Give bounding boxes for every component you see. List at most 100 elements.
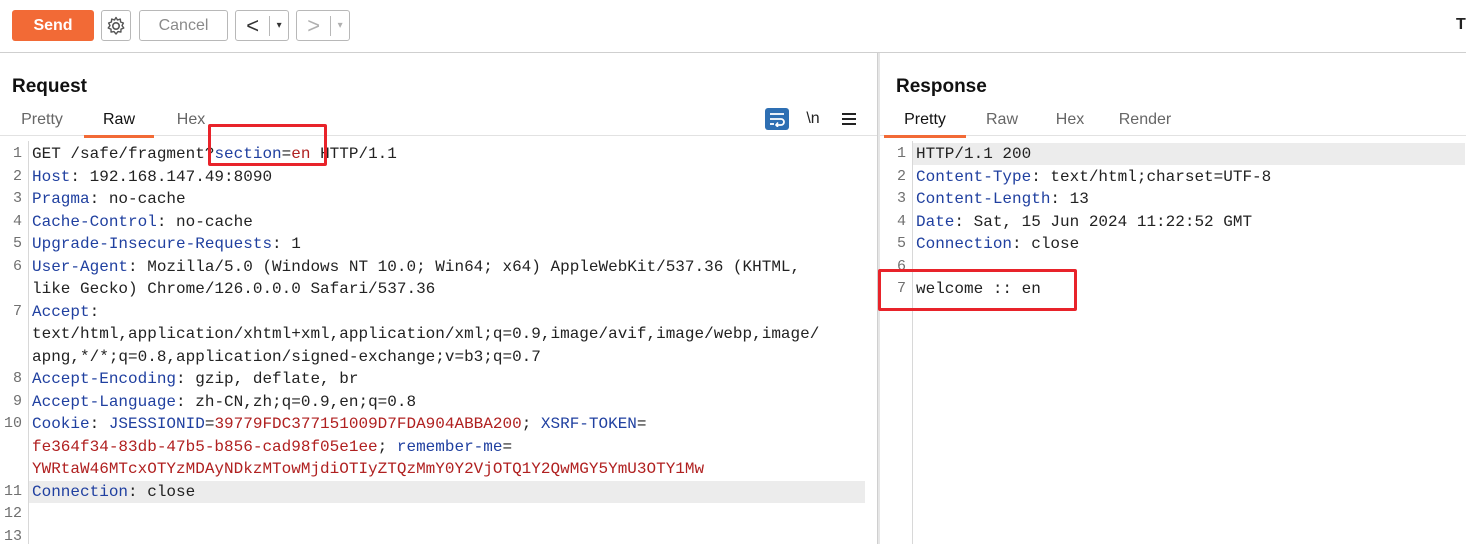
code-token: ; — [521, 415, 541, 433]
code-text: Connection: close — [916, 233, 1079, 255]
code-token: : text/html;charset=UTF-8 — [1031, 167, 1272, 186]
line-number: 1 — [896, 145, 906, 162]
line-number: 2 — [12, 167, 22, 185]
code-line: 9 Accept-Language: zh-CN,zh;q=0.9,en;q=0.… — [0, 391, 877, 413]
newline-toggle[interactable]: \n — [800, 107, 826, 131]
code-token: : 13 — [1050, 190, 1089, 208]
code-line: 12 — [0, 503, 877, 525]
send-button[interactable]: Send — [12, 10, 94, 41]
back-arrow-icon[interactable]: < — [236, 12, 269, 40]
code-text: text/html,application/xhtml+xml,applicat… — [32, 323, 819, 345]
tab-hex[interactable]: Hex — [1040, 109, 1100, 135]
highlight-box-response-body — [878, 269, 1077, 311]
wrap-lines-button[interactable] — [764, 107, 790, 131]
back-dropdown-icon[interactable]: ▾ — [269, 15, 288, 36]
line-number: 11 — [3, 482, 22, 500]
line-number: 9 — [12, 392, 22, 410]
code-token: : close — [128, 482, 196, 501]
code-text: Pragma: no-cache — [32, 188, 186, 210]
response-editor[interactable]: 1 HTTP/1.1 200 2 Content-Type: text/html;ch… — [884, 141, 1466, 544]
code-token: ; — [377, 437, 397, 456]
code-token: Upgrade-Insecure-Requests — [32, 235, 273, 253]
code-token: YWRtaW46MTcxOTYzMDAyNDkzMTowMjdiOTIyZTQz… — [32, 460, 705, 478]
tab-pretty[interactable]: Pretty — [12, 109, 72, 135]
code-text: Accept-Encoding: gzip, deflate, br — [32, 368, 358, 390]
code-token: Accept-Language — [32, 392, 177, 411]
line-number: 13 — [3, 527, 22, 545]
code-line: 1 GET /safe/fragment?section=en HTTP/1.1 — [0, 143, 877, 165]
code-line: 13 — [0, 526, 877, 548]
code-line: 5 Upgrade-Insecure-Requests: 1 — [0, 233, 877, 255]
code-line: 3 Pragma: no-cache — [0, 188, 877, 210]
code-line: 1 HTTP/1.1 200 — [884, 143, 1466, 165]
code-token: apng,*/*;q=0.8,application/signed-exchan… — [32, 347, 541, 366]
line-number: 12 — [3, 505, 22, 522]
code-line: YWRtaW46MTcxOTYzMDAyNDkzMTowMjdiOTIyZTQz… — [0, 458, 877, 480]
request-editor[interactable]: 1 GET /safe/fragment?section=en HTTP/1.1 2… — [0, 141, 877, 545]
toolbar: Send Cancel < ▾ > ▾ T — [0, 0, 1466, 53]
code-token: : 192.168.147.49:8090 — [70, 167, 273, 186]
settings-button[interactable] — [101, 10, 131, 41]
line-number: 10 — [3, 415, 22, 432]
code-token: HTTP/1.1 200 — [916, 145, 1032, 163]
code-token: : no-cache — [89, 190, 186, 208]
code-line: 4 Date: Sat, 15 Jun 2024 11:22:52 GMT — [884, 211, 1466, 233]
code-token: : Mozilla/5.0 (Windows NT 10.0; Win64; x… — [128, 257, 801, 276]
forward-dropdown-icon[interactable]: ▾ — [330, 15, 349, 36]
menu-button[interactable] — [836, 107, 862, 131]
line-number: 8 — [12, 370, 22, 387]
code-token: 39779FDC377151009D7FDA904ABBA200 — [214, 415, 522, 433]
code-line: 6 User-Agent: Mozilla/5.0 (Windows NT 10.… — [0, 256, 877, 278]
code-token: Content-Type — [916, 167, 1032, 186]
line-number: 6 — [12, 257, 22, 275]
code-token: like Gecko) Chrome/126.0.0.0 Safari/537.… — [32, 280, 436, 298]
code-token: Accept-Encoding — [32, 370, 177, 388]
code-line: like Gecko) Chrome/126.0.0.0 Safari/537.… — [0, 278, 877, 300]
forward-button-group[interactable]: > ▾ — [296, 10, 350, 41]
tab-render[interactable]: Render — [1110, 109, 1180, 135]
code-text: Cache-Control: no-cache — [32, 211, 253, 233]
line-number: 7 — [12, 302, 22, 320]
code-token: = — [502, 437, 513, 456]
line-number: 5 — [896, 235, 906, 252]
code-text: YWRtaW46MTcxOTYzMDAyNDkzMTowMjdiOTIyZTQz… — [32, 458, 704, 480]
code-line: 11 Connection: close — [0, 481, 877, 503]
line-number: 5 — [12, 235, 22, 252]
code-text: Accept-Language: zh-CN,zh;q=0.9,en;q=0.8 — [32, 391, 416, 413]
code-token: Cache-Control — [32, 212, 157, 231]
response-tabs: Pretty Raw Hex Render — [884, 109, 1180, 138]
code-line: apng,*/*;q=0.8,application/signed-exchan… — [0, 346, 877, 368]
code-token: XSRF-TOKEN — [540, 415, 637, 433]
line-number: 2 — [896, 167, 906, 185]
code-token: : no-cache — [156, 212, 253, 231]
code-line: 2 Content-Type: text/html;charset=UTF-8 — [884, 166, 1466, 188]
code-text: Accept: — [32, 301, 99, 323]
code-token: : — [89, 302, 100, 321]
response-title: Response — [896, 76, 987, 97]
target-label-truncated: T — [1456, 16, 1466, 33]
code-line: fe364f34-83db-47b5-b856-cad98f05e1ee; re… — [0, 436, 877, 458]
tab-raw[interactable]: Raw — [84, 109, 154, 138]
back-button-group[interactable]: < ▾ — [235, 10, 289, 41]
request-editor-tools: \n — [764, 107, 862, 131]
gear-icon — [107, 16, 125, 35]
highlight-box-query-param — [208, 124, 327, 166]
code-token: Connection — [916, 235, 1013, 253]
code-token: text/html,application/xhtml+xml,applicat… — [32, 325, 820, 343]
code-text: apng,*/*;q=0.8,application/signed-exchan… — [32, 346, 541, 368]
newline-icon: \n — [806, 110, 820, 127]
code-token: Accept — [32, 302, 90, 321]
tab-pretty[interactable]: Pretty — [884, 109, 966, 138]
code-token: User-Agent — [32, 257, 129, 276]
menu-icon — [842, 113, 856, 125]
forward-arrow-icon[interactable]: > — [297, 12, 330, 40]
code-line: 4 Cache-Control: no-cache — [0, 211, 877, 233]
code-text: like Gecko) Chrome/126.0.0.0 Safari/537.… — [32, 278, 435, 300]
code-token: : 1 — [272, 235, 301, 253]
tab-raw[interactable]: Raw — [972, 109, 1032, 135]
request-title: Request — [12, 76, 87, 97]
code-line: 7 Accept: — [0, 301, 877, 323]
code-text: User-Agent: Mozilla/5.0 (Windows NT 10.0… — [32, 256, 800, 278]
code-token: = — [636, 415, 647, 433]
cancel-button[interactable]: Cancel — [139, 10, 228, 41]
